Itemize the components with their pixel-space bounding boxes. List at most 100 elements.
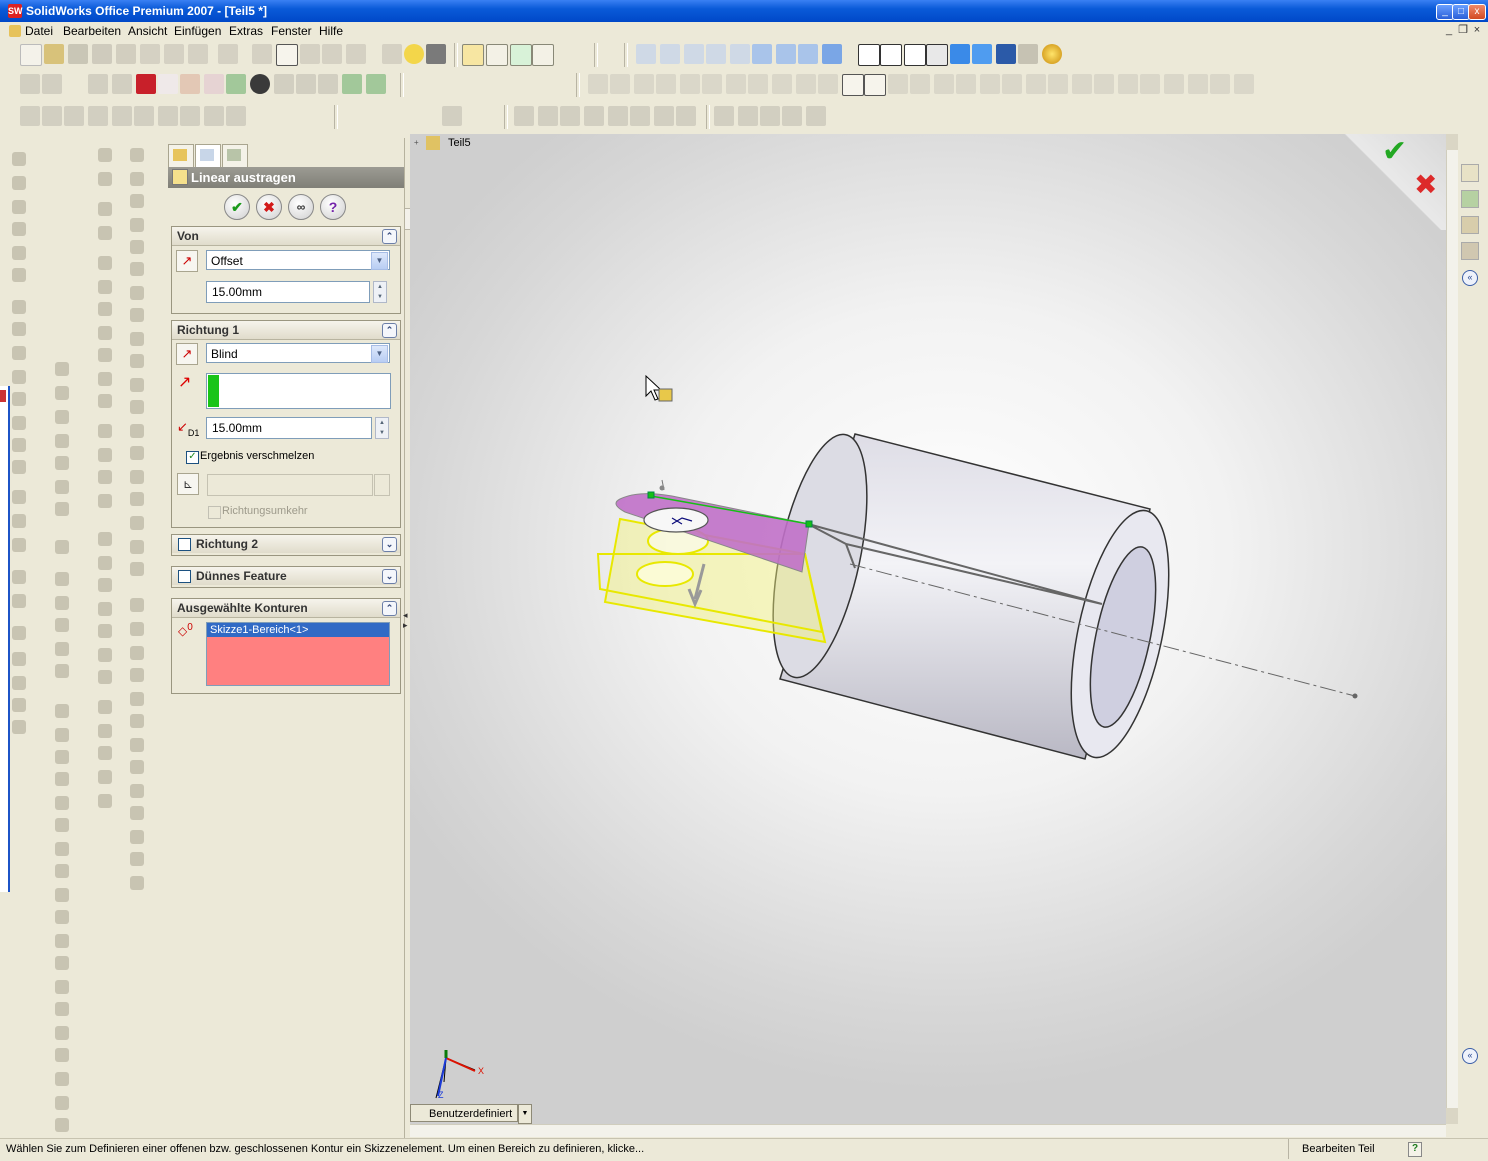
ok-button[interactable]: ✔	[224, 194, 250, 220]
window-icon[interactable]	[346, 44, 366, 64]
dome-icon[interactable]	[12, 514, 26, 528]
mold-shut-off-icon[interactable]	[130, 172, 144, 186]
revision-table-icon[interactable]	[55, 456, 69, 470]
block-insert-icon[interactable]	[98, 532, 112, 546]
menu-hilfe[interactable]: Hilfe	[319, 24, 343, 38]
bom-icon[interactable]	[55, 410, 69, 424]
dimension-angular-icon[interactable]	[130, 738, 144, 752]
preview-button[interactable]: ∞	[288, 194, 314, 220]
zoom-selection-icon[interactable]	[730, 44, 750, 64]
invert-filters-icon[interactable]	[680, 74, 700, 94]
mold-move-face-icon[interactable]	[130, 470, 144, 484]
filter-vertices-icon[interactable]	[702, 74, 722, 94]
move-copy-bodies-icon[interactable]	[584, 106, 604, 126]
layers-icon[interactable]	[782, 106, 802, 126]
mold-split-line-icon[interactable]	[130, 400, 144, 414]
revolved-cut-icon[interactable]	[12, 268, 26, 282]
filter-notes-icon[interactable]	[1026, 74, 1046, 94]
copy-icon[interactable]	[164, 44, 184, 64]
von-offset-input[interactable]: 15.00mm	[206, 281, 370, 303]
zoom-in-out-icon[interactable]	[706, 44, 726, 64]
filter-center-marks-icon[interactable]	[910, 74, 930, 94]
scale-entities-icon[interactable]	[98, 394, 112, 408]
mold-ruled-surface-icon[interactable]	[130, 218, 144, 232]
shaded-with-edges-icon[interactable]	[926, 44, 948, 66]
perspective-icon[interactable]	[1018, 44, 1038, 64]
select-arrow-icon[interactable]	[252, 44, 272, 64]
group-richtung2-header[interactable]: Richtung 2 ⌄	[172, 535, 400, 553]
group-thin-feature-header[interactable]: Dünnes Feature ⌄	[172, 567, 400, 585]
routing-icon[interactable]	[342, 74, 362, 94]
dimension-chamfer-icon[interactable]	[130, 714, 144, 728]
weldment-table-icon[interactable]	[55, 480, 69, 494]
zoom-area-icon[interactable]	[684, 44, 704, 64]
import-diagnostics-icon[interactable]	[180, 106, 200, 126]
toolbox-icon[interactable]	[180, 74, 200, 94]
mold-parting-line-icon[interactable]	[130, 148, 144, 162]
dimension-smart-icon[interactable]	[130, 598, 144, 612]
mass-properties-icon[interactable]	[64, 106, 84, 126]
chevron-down-icon[interactable]: ▼	[371, 345, 388, 363]
animator-icon[interactable]	[274, 74, 294, 94]
shaded-icon[interactable]	[950, 44, 970, 64]
insert-part-icon[interactable]	[514, 106, 534, 126]
freeform-icon[interactable]	[738, 106, 758, 126]
measure-icon[interactable]	[42, 106, 62, 126]
options-icon[interactable]	[322, 44, 342, 64]
collapse-chevron-icon[interactable]: ⌃	[382, 323, 397, 338]
draft-angle-input[interactable]	[207, 474, 373, 496]
cut-icon[interactable]	[140, 44, 160, 64]
collapse-chevron-icon[interactable]: ⌃	[382, 229, 397, 244]
zoom-to-fit-icon[interactable]	[660, 44, 680, 64]
move-entities-icon[interactable]	[98, 348, 112, 362]
fully-define-sketch-icon[interactable]	[98, 470, 112, 484]
dimension-horizontal-icon[interactable]	[130, 622, 144, 636]
mirror-icon[interactable]	[12, 490, 26, 504]
extruded-cut-icon[interactable]	[12, 246, 26, 260]
redo-icon[interactable]	[218, 44, 238, 64]
line-icon[interactable]	[486, 44, 508, 66]
trim-entities-icon[interactable]	[98, 202, 112, 216]
jog-icon[interactable]	[55, 796, 69, 810]
section-properties-icon[interactable]	[88, 106, 108, 126]
menu-einfuegen[interactable]: Einfügen	[174, 24, 221, 38]
mold-draft-icon[interactable]	[130, 354, 144, 368]
reverse-direction-checkbox[interactable]	[208, 506, 221, 519]
join-icon[interactable]	[538, 106, 558, 126]
filter-toggle-icon[interactable]	[610, 74, 630, 94]
add-relation-icon[interactable]	[98, 424, 112, 438]
spline-curvature-icon[interactable]	[98, 746, 112, 760]
radiate-surface-icon[interactable]	[55, 664, 69, 678]
lofted-bend-icon[interactable]	[55, 1026, 69, 1040]
filter-geometric-tolerance-icon[interactable]	[1002, 74, 1022, 94]
previous-view-icon[interactable]	[636, 44, 656, 64]
list-item[interactable]: Skizze1-Bereich<1>	[207, 623, 389, 637]
dimension-baseline-icon[interactable]	[130, 668, 144, 682]
direction-selection-box[interactable]	[206, 373, 391, 409]
spline-handle-icon[interactable]	[98, 724, 112, 738]
dimension-palette-icon[interactable]	[130, 830, 144, 844]
collapse-task-pane-icon[interactable]: «	[1462, 1048, 1478, 1064]
open-folder-icon[interactable]	[44, 44, 64, 64]
surface-extrude-icon[interactable]	[55, 540, 69, 554]
feature-works-icon[interactable]	[226, 74, 246, 94]
axis-icon[interactable]	[12, 652, 26, 666]
spelling-icon[interactable]	[20, 106, 40, 126]
shadows-icon[interactable]	[972, 44, 992, 64]
filter-sketch-segments-icon[interactable]	[864, 74, 886, 96]
block-add-remove-icon[interactable]	[98, 648, 112, 662]
new-macro-icon[interactable]	[88, 74, 108, 94]
draft-angle-spinner[interactable]	[374, 474, 390, 496]
group-von-header[interactable]: Von ⌃	[172, 227, 400, 246]
mold-scale-icon[interactable]	[130, 332, 144, 346]
thin-feature-checkbox[interactable]	[178, 570, 191, 583]
extend-entities-icon[interactable]	[98, 226, 112, 240]
chevron-left-icon[interactable]: «	[1462, 270, 1478, 286]
surface-loft-icon[interactable]	[55, 618, 69, 632]
expand-chevron-icon[interactable]: ⌄	[382, 569, 397, 584]
richtung1-depth-input[interactable]: 15.00mm	[206, 417, 372, 439]
mold-tools-icon[interactable]	[130, 562, 144, 576]
menu-fenster[interactable]: Fenster	[271, 24, 312, 38]
point-icon[interactable]	[510, 44, 532, 66]
mold-thicken-icon[interactable]	[130, 516, 144, 530]
